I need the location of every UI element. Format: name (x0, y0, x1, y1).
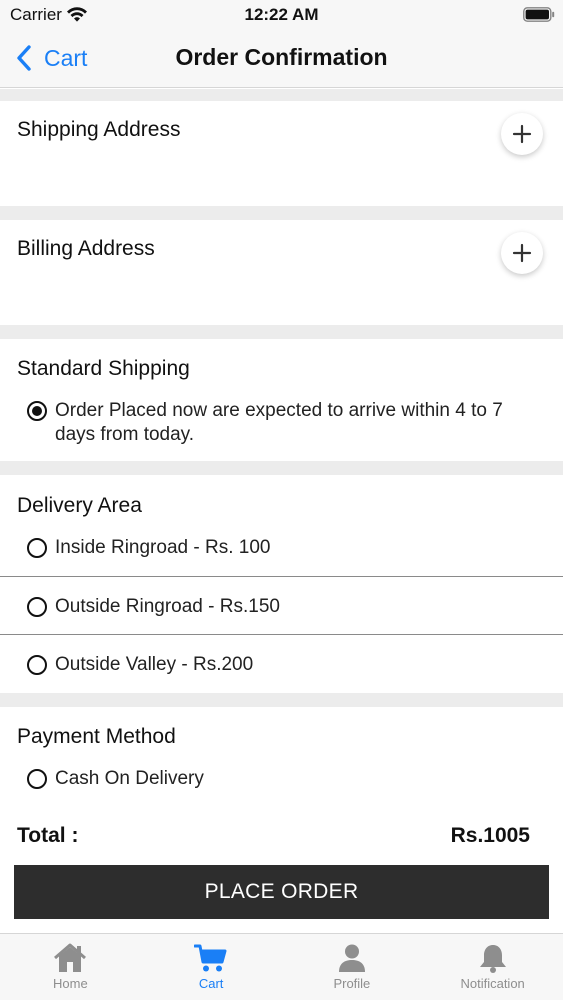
tab-notification[interactable]: Notification (422, 934, 563, 1000)
standard-shipping-label: Order Placed now are expected to arrive … (55, 400, 503, 445)
section-divider (0, 461, 563, 475)
delivery-option-inside-ringroad[interactable]: Inside Ringroad - Rs. 100 (27, 536, 270, 560)
radio-unselected-icon (27, 655, 47, 675)
delivery-option-label: Outside Valley - Rs.200 (55, 654, 254, 675)
order-form: Shipping Address Billing Address Standar… (0, 89, 563, 933)
payment-option-cash-on-delivery[interactable]: Cash On Delivery (27, 767, 204, 791)
add-shipping-address-button[interactable] (501, 113, 543, 155)
plus-icon (512, 243, 532, 263)
tab-profile[interactable]: Profile (282, 934, 423, 1000)
tab-cart-label: Cart (198, 976, 224, 991)
section-divider (0, 325, 563, 339)
profile-icon (338, 944, 365, 972)
tab-profile-label: Profile (333, 976, 371, 991)
bell-icon (479, 945, 506, 973)
tab-notification-label: Notification (460, 976, 525, 991)
divider (0, 576, 563, 577)
shipping-address-title: Shipping Address (17, 118, 181, 141)
payment-method-title: Payment Method (17, 725, 176, 748)
radio-unselected-icon (27, 597, 47, 617)
tab-cart[interactable]: Cart (141, 934, 282, 1000)
tab-home-label: Home (53, 976, 88, 991)
section-divider (0, 693, 563, 707)
section-divider (0, 206, 563, 220)
status-time: 12:22 AM (244, 5, 319, 24)
tab-home[interactable]: Home (0, 934, 141, 1000)
delivery-option-label: Inside Ringroad - Rs. 100 (55, 537, 271, 558)
place-order-button[interactable]: PLACE ORDER (14, 865, 549, 919)
tab-bar: Home Cart Profile Notification (0, 933, 563, 1000)
radio-unselected-icon (27, 769, 47, 789)
total-label: Total : (17, 824, 79, 847)
cart-icon (194, 944, 227, 972)
billing-address-title: Billing Address (17, 237, 155, 260)
add-billing-address-button[interactable] (501, 232, 543, 274)
home-icon (54, 943, 87, 972)
standard-shipping-title: Standard Shipping (17, 357, 190, 380)
divider (0, 634, 563, 635)
section-divider (0, 89, 563, 101)
radio-selected-icon (27, 401, 47, 421)
navigation-bar: Cart Order Confirmation (0, 30, 563, 88)
payment-option-label: Cash On Delivery (55, 768, 204, 789)
battery-icon (523, 7, 555, 22)
plus-icon (512, 124, 532, 144)
delivery-area-title: Delivery Area (17, 494, 142, 517)
delivery-option-outside-valley[interactable]: Outside Valley - Rs.200 (27, 653, 253, 677)
page-title: Order Confirmation (175, 44, 388, 70)
total-value: Rs.1005 (450, 824, 530, 847)
radio-unselected-icon (27, 538, 47, 558)
delivery-option-outside-ringroad[interactable]: Outside Ringroad - Rs.150 (27, 595, 280, 619)
delivery-option-label: Outside Ringroad - Rs.150 (55, 596, 280, 617)
standard-shipping-option[interactable]: Order Placed now are expected to arrive … (27, 399, 547, 447)
status-bar: Carrier 12:22 AM (0, 0, 563, 30)
